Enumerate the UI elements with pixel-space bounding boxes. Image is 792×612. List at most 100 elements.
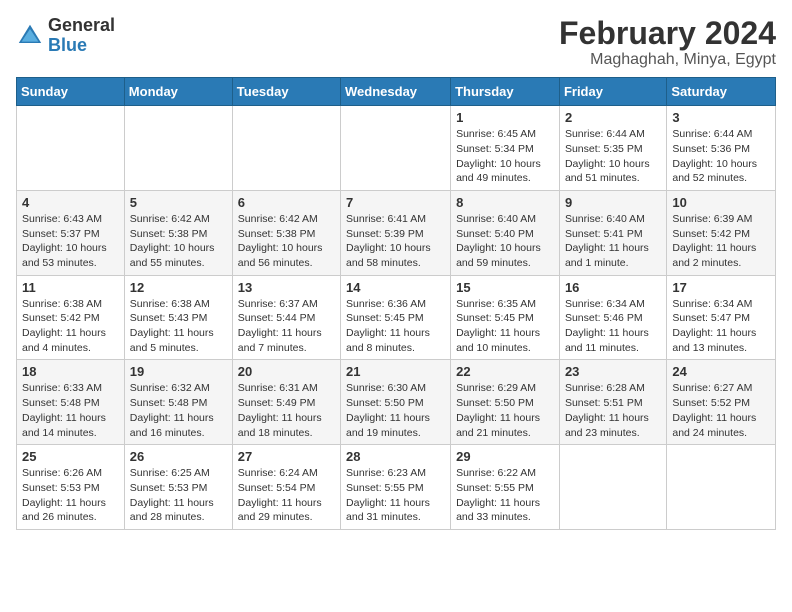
day-number: 5	[130, 195, 227, 210]
day-info: Sunrise: 6:34 AMSunset: 5:47 PMDaylight:…	[672, 297, 770, 356]
day-info: Sunrise: 6:26 AMSunset: 5:53 PMDaylight:…	[22, 466, 119, 525]
day-number: 9	[565, 195, 661, 210]
calendar-cell: 8 Sunrise: 6:40 AMSunset: 5:40 PMDaylight…	[451, 190, 560, 275]
day-number: 8	[456, 195, 554, 210]
calendar-cell: 25 Sunrise: 6:26 AMSunset: 5:53 PMDayligh…	[17, 445, 125, 530]
day-info: Sunrise: 6:40 AMSunset: 5:40 PMDaylight:…	[456, 212, 554, 271]
day-number: 19	[130, 364, 227, 379]
calendar-cell: 5 Sunrise: 6:42 AMSunset: 5:38 PMDaylight…	[124, 190, 232, 275]
day-number: 25	[22, 449, 119, 464]
day-number: 29	[456, 449, 554, 464]
day-number: 13	[238, 280, 335, 295]
logo-general-text: General	[48, 16, 115, 36]
day-number: 22	[456, 364, 554, 379]
day-info: Sunrise: 6:28 AMSunset: 5:51 PMDaylight:…	[565, 381, 661, 440]
calendar-cell	[232, 106, 340, 191]
calendar-cell: 3 Sunrise: 6:44 AMSunset: 5:36 PMDaylight…	[667, 106, 776, 191]
calendar-title: February 2024	[559, 16, 776, 51]
day-info: Sunrise: 6:39 AMSunset: 5:42 PMDaylight:…	[672, 212, 770, 271]
calendar-cell: 19 Sunrise: 6:32 AMSunset: 5:48 PMDayligh…	[124, 360, 232, 445]
day-info: Sunrise: 6:37 AMSunset: 5:44 PMDaylight:…	[238, 297, 335, 356]
calendar-week-2: 4Sunrise: 6:43 AMSunset: 5:37 PMDaylight…	[17, 190, 776, 275]
calendar-cell: 18 Sunrise: 6:33 AMSunset: 5:48 PMDayligh…	[17, 360, 125, 445]
day-info: Sunrise: 6:35 AMSunset: 5:45 PMDaylight:…	[456, 297, 554, 356]
page-header: General Blue February 2024 Maghaghah, Mi…	[16, 16, 776, 69]
calendar-cell: 29 Sunrise: 6:22 AMSunset: 5:55 PMDayligh…	[451, 445, 560, 530]
calendar-cell: 1 Sunrise: 6:45 AMSunset: 5:34 PMDaylight…	[451, 106, 560, 191]
calendar-cell: 14 Sunrise: 6:36 AMSunset: 5:45 PMDayligh…	[341, 275, 451, 360]
logo-blue-text: Blue	[48, 36, 115, 56]
day-info: Sunrise: 6:30 AMSunset: 5:50 PMDaylight:…	[346, 381, 445, 440]
day-info: Sunrise: 6:31 AMSunset: 5:49 PMDaylight:…	[238, 381, 335, 440]
day-info: Sunrise: 6:23 AMSunset: 5:55 PMDaylight:…	[346, 466, 445, 525]
calendar-cell: 4Sunrise: 6:43 AMSunset: 5:37 PMDaylight…	[17, 190, 125, 275]
day-number: 7	[346, 195, 445, 210]
header-monday: Monday	[124, 78, 232, 106]
day-info: Sunrise: 6:42 AMSunset: 5:38 PMDaylight:…	[130, 212, 227, 271]
day-number: 11	[22, 280, 119, 295]
header-sunday: Sunday	[17, 78, 125, 106]
day-number: 24	[672, 364, 770, 379]
day-info: Sunrise: 6:44 AMSunset: 5:36 PMDaylight:…	[672, 127, 770, 186]
calendar-cell: 21 Sunrise: 6:30 AMSunset: 5:50 PMDayligh…	[341, 360, 451, 445]
calendar-cell: 23 Sunrise: 6:28 AMSunset: 5:51 PMDayligh…	[559, 360, 666, 445]
calendar-cell	[559, 445, 666, 530]
calendar-cell: 7 Sunrise: 6:41 AMSunset: 5:39 PMDaylight…	[341, 190, 451, 275]
calendar-cell: 27 Sunrise: 6:24 AMSunset: 5:54 PMDayligh…	[232, 445, 340, 530]
day-number: 27	[238, 449, 335, 464]
day-number: 12	[130, 280, 227, 295]
day-info: Sunrise: 6:22 AMSunset: 5:55 PMDaylight:…	[456, 466, 554, 525]
day-number: 6	[238, 195, 335, 210]
day-info: Sunrise: 6:44 AMSunset: 5:35 PMDaylight:…	[565, 127, 661, 186]
day-number: 18	[22, 364, 119, 379]
calendar-cell: 6Sunrise: 6:42 AMSunset: 5:38 PMDaylight…	[232, 190, 340, 275]
day-info: Sunrise: 6:25 AMSunset: 5:53 PMDaylight:…	[130, 466, 227, 525]
day-number: 1	[456, 110, 554, 125]
calendar-cell: 28 Sunrise: 6:23 AMSunset: 5:55 PMDayligh…	[341, 445, 451, 530]
header-friday: Friday	[559, 78, 666, 106]
day-number: 21	[346, 364, 445, 379]
calendar-week-1: 1 Sunrise: 6:45 AMSunset: 5:34 PMDaylight…	[17, 106, 776, 191]
day-number: 10	[672, 195, 770, 210]
day-number: 3	[672, 110, 770, 125]
header-tuesday: Tuesday	[232, 78, 340, 106]
day-info: Sunrise: 6:36 AMSunset: 5:45 PMDaylight:…	[346, 297, 445, 356]
day-info: Sunrise: 6:38 AMSunset: 5:43 PMDaylight:…	[130, 297, 227, 356]
calendar-cell: 16Sunrise: 6:34 AMSunset: 5:46 PMDayligh…	[559, 275, 666, 360]
day-info: Sunrise: 6:32 AMSunset: 5:48 PMDaylight:…	[130, 381, 227, 440]
title-block: February 2024 Maghaghah, Minya, Egypt	[559, 16, 776, 69]
day-number: 26	[130, 449, 227, 464]
calendar-week-3: 11Sunrise: 6:38 AMSunset: 5:42 PMDayligh…	[17, 275, 776, 360]
day-info: Sunrise: 6:33 AMSunset: 5:48 PMDaylight:…	[22, 381, 119, 440]
calendar-cell: 2 Sunrise: 6:44 AMSunset: 5:35 PMDaylight…	[559, 106, 666, 191]
calendar-body: 1 Sunrise: 6:45 AMSunset: 5:34 PMDaylight…	[17, 106, 776, 530]
calendar-cell	[124, 106, 232, 191]
logo-text: General Blue	[48, 16, 115, 56]
calendar-cell: 9Sunrise: 6:40 AMSunset: 5:41 PMDaylight…	[559, 190, 666, 275]
header-wednesday: Wednesday	[341, 78, 451, 106]
calendar-cell: 26 Sunrise: 6:25 AMSunset: 5:53 PMDayligh…	[124, 445, 232, 530]
calendar-week-5: 25 Sunrise: 6:26 AMSunset: 5:53 PMDayligh…	[17, 445, 776, 530]
day-number: 2	[565, 110, 661, 125]
day-info: Sunrise: 6:29 AMSunset: 5:50 PMDaylight:…	[456, 381, 554, 440]
logo: General Blue	[16, 16, 115, 56]
calendar-cell: 17Sunrise: 6:34 AMSunset: 5:47 PMDayligh…	[667, 275, 776, 360]
day-info: Sunrise: 6:41 AMSunset: 5:39 PMDaylight:…	[346, 212, 445, 271]
day-number: 28	[346, 449, 445, 464]
day-info: Sunrise: 6:43 AMSunset: 5:37 PMDaylight:…	[22, 212, 119, 271]
day-number: 14	[346, 280, 445, 295]
day-info: Sunrise: 6:45 AMSunset: 5:34 PMDaylight:…	[456, 127, 554, 186]
calendar-cell	[17, 106, 125, 191]
calendar-subtitle: Maghaghah, Minya, Egypt	[559, 51, 776, 69]
calendar-cell: 11Sunrise: 6:38 AMSunset: 5:42 PMDayligh…	[17, 275, 125, 360]
day-number: 23	[565, 364, 661, 379]
calendar-cell: 13 Sunrise: 6:37 AMSunset: 5:44 PMDayligh…	[232, 275, 340, 360]
calendar-cell: 20Sunrise: 6:31 AMSunset: 5:49 PMDayligh…	[232, 360, 340, 445]
header-saturday: Saturday	[667, 78, 776, 106]
calendar-cell: 15 Sunrise: 6:35 AMSunset: 5:45 PMDayligh…	[451, 275, 560, 360]
day-number: 15	[456, 280, 554, 295]
calendar-cell	[667, 445, 776, 530]
calendar-week-4: 18 Sunrise: 6:33 AMSunset: 5:48 PMDayligh…	[17, 360, 776, 445]
header-row: Sunday Monday Tuesday Wednesday Thursday…	[17, 78, 776, 106]
day-info: Sunrise: 6:24 AMSunset: 5:54 PMDaylight:…	[238, 466, 335, 525]
